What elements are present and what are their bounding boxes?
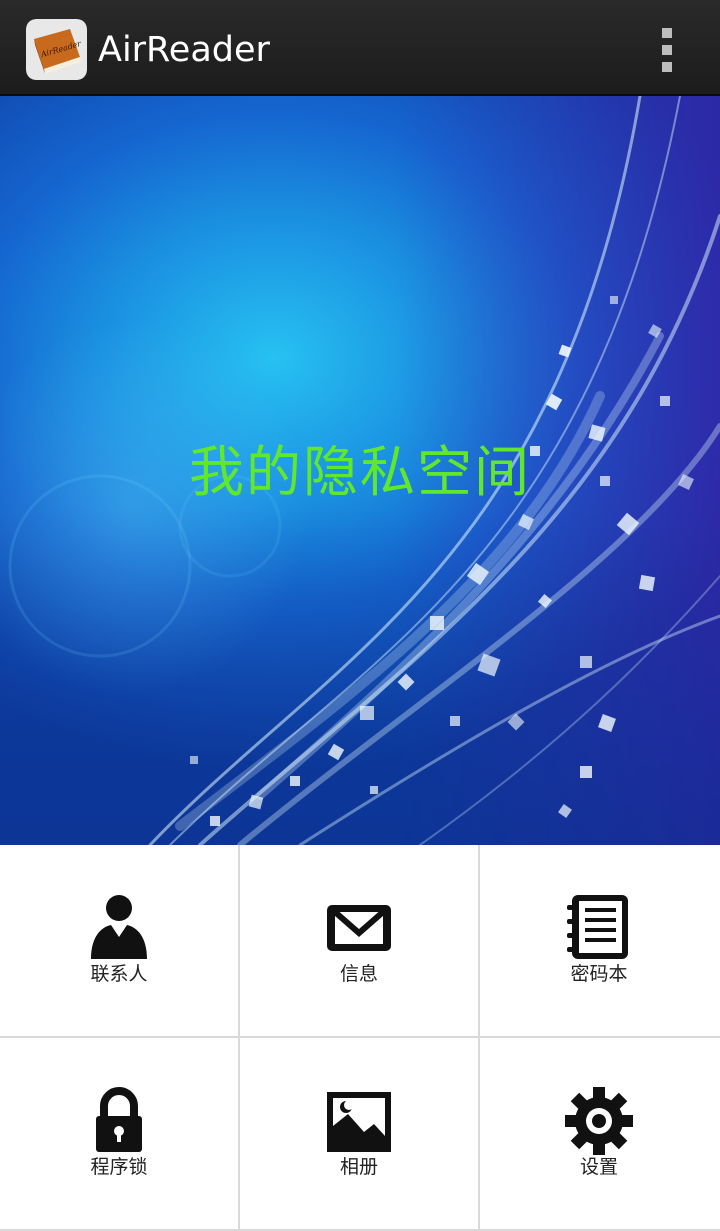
grid-item-app-lock[interactable]: 程序锁 — [0, 1038, 238, 1229]
banner-title: 我的隐私空间 — [188, 440, 531, 504]
grid-item-label: 相册 — [339, 1156, 378, 1178]
app-title: AirReader — [98, 30, 270, 70]
grid-item-gallery[interactable]: 相册 — [240, 1038, 478, 1229]
feature-grid: 联系人 信息 密码本 程序锁 相册 设置 — [0, 845, 720, 1231]
grid-item-label: 信息 — [339, 963, 378, 985]
overflow-menu-icon[interactable] — [652, 28, 682, 72]
banner: 我的隐私空间 — [0, 96, 720, 845]
grid-item-contacts[interactable]: 联系人 — [0, 845, 238, 1036]
grid-item-label: 程序锁 — [90, 1156, 148, 1178]
book-icon[interactable]: AirReader — [26, 19, 87, 80]
contacts-icon — [91, 895, 147, 959]
grid-item-label: 密码本 — [570, 963, 628, 985]
messages-icon — [327, 905, 391, 951]
gallery-icon — [327, 1092, 391, 1152]
grid-item-notebook[interactable]: 密码本 — [480, 845, 720, 1036]
notebook-icon — [567, 895, 628, 959]
grid-item-settings[interactable]: 设置 — [480, 1038, 720, 1229]
lock-icon — [96, 1087, 142, 1152]
action-bar: AirReader AirReader — [0, 0, 720, 96]
settings-icon — [565, 1087, 633, 1155]
grid-item-label: 联系人 — [90, 963, 148, 985]
grid-item-messages[interactable]: 信息 — [240, 845, 478, 1036]
grid-item-label: 设置 — [579, 1156, 618, 1178]
